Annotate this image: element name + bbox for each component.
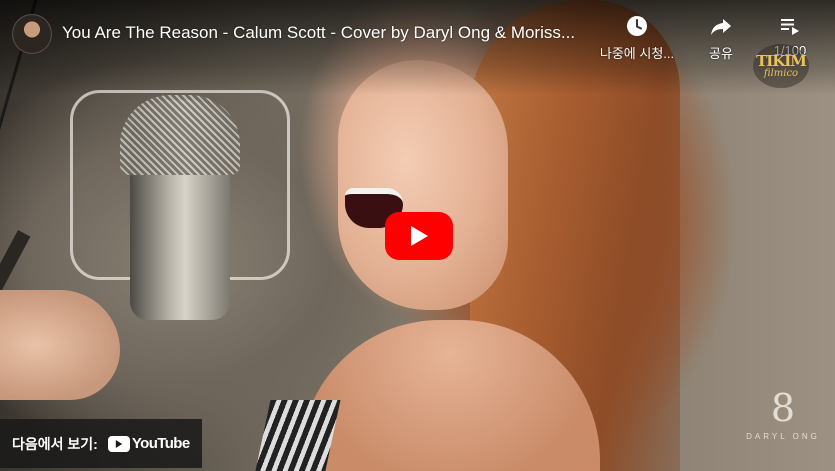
watch-later-button[interactable]: 나중에 시청...	[596, 14, 678, 62]
clock-icon	[627, 16, 647, 36]
playlist-icon	[781, 19, 799, 35]
tikim-watermark-logo[interactable]: TIKIM filmico	[753, 44, 809, 88]
play-button[interactable]	[385, 212, 453, 260]
singer-face	[338, 60, 508, 310]
watch-on-label: 다음에서 보기:	[12, 435, 98, 452]
watch-on-youtube-button[interactable]: 다음에서 보기: YouTube	[0, 419, 202, 468]
share-arrow-icon	[711, 19, 731, 35]
play-icon	[411, 226, 428, 246]
channel-avatar[interactable]	[12, 14, 52, 54]
singer-hand	[0, 290, 120, 400]
singer-dress	[253, 400, 341, 471]
video-title[interactable]: You Are The Reason - Calum Scott - Cover…	[62, 23, 592, 43]
youtube-play-icon	[107, 435, 130, 452]
tikim-logo-text: TIKIM	[756, 51, 807, 70]
tikim-logo-subtext: filmico	[763, 67, 799, 79]
daryl-ong-text: DARYL ONG	[746, 432, 820, 441]
microphone-grille	[120, 95, 240, 175]
video-player[interactable]: You Are The Reason - Calum Scott - Cover…	[0, 0, 835, 471]
share-button[interactable]: 공유	[698, 14, 744, 62]
daryl-ong-watermark: 8 DARYL ONG	[744, 388, 822, 441]
share-label: 공유	[709, 46, 733, 61]
youtube-logo: YouTube	[107, 435, 190, 452]
youtube-wordmark: YouTube	[131, 435, 190, 452]
daryl-ong-mark: 8	[770, 386, 796, 430]
watch-later-label: 나중에 시청...	[599, 46, 675, 61]
